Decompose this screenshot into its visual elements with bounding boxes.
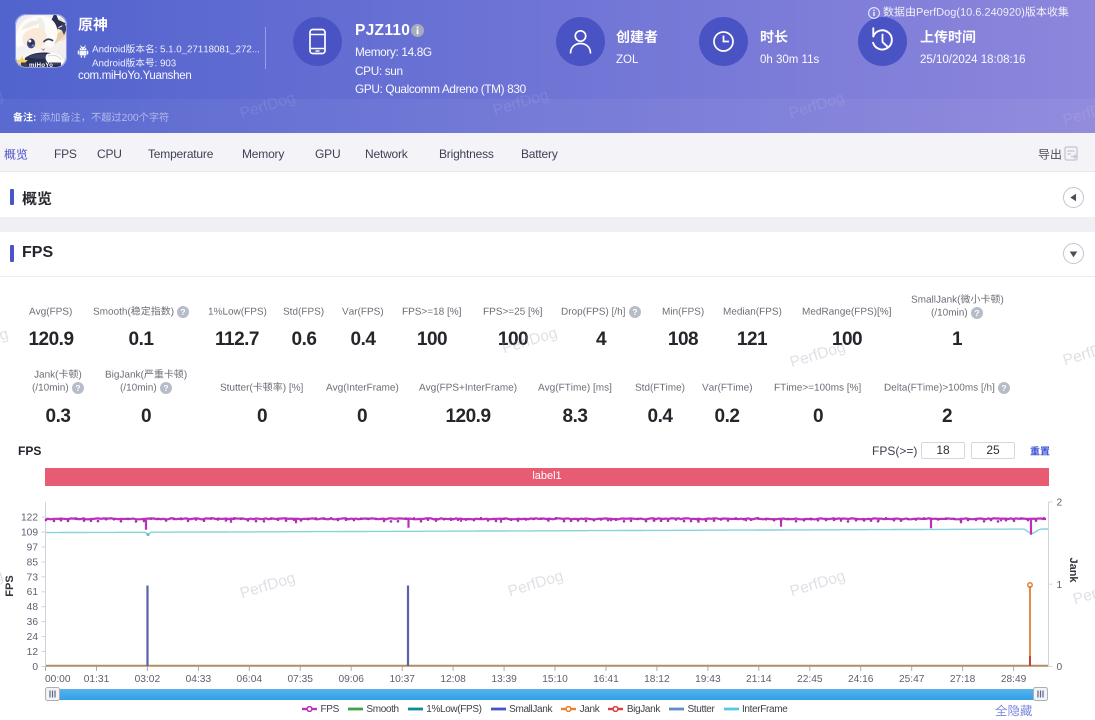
svg-text:2: 2: [1057, 498, 1063, 509]
svg-text:85: 85: [27, 557, 39, 568]
svg-text:?: ?: [974, 308, 979, 318]
svg-text:09:06: 09:06: [338, 674, 364, 685]
svg-text:00:00: 00:00: [45, 674, 71, 685]
svg-text:?: ?: [1001, 383, 1006, 393]
svg-text:0: 0: [32, 662, 38, 673]
svg-text:01:31: 01:31: [84, 674, 110, 685]
svg-text:1: 1: [1057, 580, 1063, 591]
svg-text:16:41: 16:41: [593, 674, 619, 685]
svg-text:15:10: 15:10: [542, 674, 568, 685]
svg-text:28:49: 28:49: [1001, 674, 1027, 685]
svg-text:13:39: 13:39: [491, 674, 517, 685]
svg-text:03:02: 03:02: [135, 674, 161, 685]
svg-text:21:14: 21:14: [746, 674, 772, 685]
svg-text:?: ?: [180, 307, 185, 317]
svg-text:04:33: 04:33: [186, 674, 212, 685]
svg-text:109: 109: [21, 528, 38, 539]
svg-text:18:12: 18:12: [644, 674, 670, 685]
svg-text:24: 24: [27, 632, 39, 643]
svg-text:10:37: 10:37: [389, 674, 415, 685]
svg-text:73: 73: [27, 572, 39, 583]
svg-text:24:16: 24:16: [848, 674, 874, 685]
svg-text:48: 48: [27, 602, 39, 613]
svg-text:25:47: 25:47: [899, 674, 925, 685]
svg-text:19:43: 19:43: [695, 674, 721, 685]
svg-text:12: 12: [27, 647, 39, 658]
svg-text:FPS: FPS: [4, 575, 16, 596]
svg-text:97: 97: [27, 542, 39, 553]
svg-text:12:08: 12:08: [440, 674, 466, 685]
svg-text:122: 122: [21, 513, 38, 524]
svg-text:?: ?: [75, 383, 80, 393]
svg-text:07:35: 07:35: [287, 674, 313, 685]
svg-text:?: ?: [632, 307, 637, 317]
svg-text:36: 36: [27, 617, 39, 628]
svg-text:27:18: 27:18: [950, 674, 976, 685]
svg-text:22:45: 22:45: [797, 674, 823, 685]
svg-text:0: 0: [1057, 662, 1063, 673]
svg-text:61: 61: [27, 587, 39, 598]
svg-text:?: ?: [163, 383, 168, 393]
svg-text:06:04: 06:04: [237, 674, 263, 685]
